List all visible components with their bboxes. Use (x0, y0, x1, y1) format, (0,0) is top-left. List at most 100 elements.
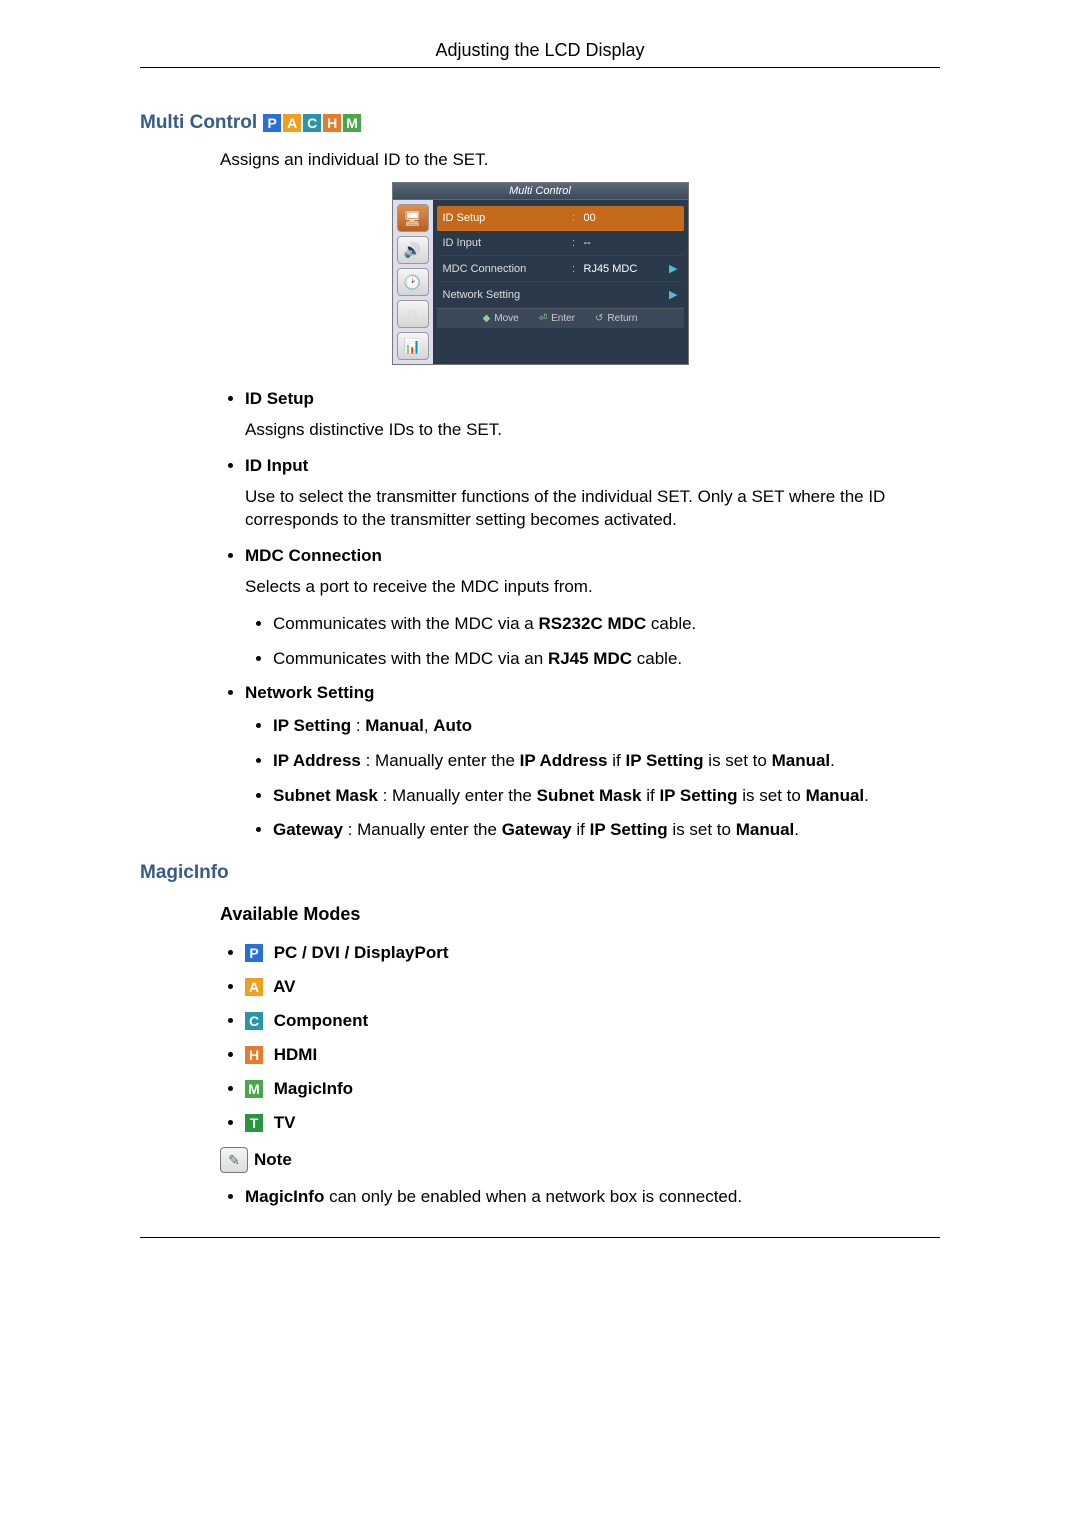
text: is set to (704, 751, 772, 770)
osd-colon: : (568, 263, 580, 275)
osd-row: ID Input : -- (437, 231, 684, 256)
item-desc: Use to select the transmitter functions … (245, 486, 940, 532)
text-bold: Auto (433, 716, 472, 735)
item-desc: Assigns distinctive IDs to the SET. (245, 419, 940, 442)
text-bold: Subnet Mask (537, 786, 642, 805)
badge-m-icon: M (343, 114, 361, 132)
mode-label: PC / DVI / DisplayPort (269, 943, 449, 962)
text: Communicates with the MDC via an (273, 649, 548, 668)
osd-foot-return: Return (607, 313, 637, 324)
osd-colon: : (568, 237, 580, 249)
text: . (794, 820, 799, 839)
osd-row-value: -- (580, 237, 664, 249)
text-bold: IP Address (520, 751, 608, 770)
mode-item-av: A AV (245, 977, 940, 997)
note-block: ✎ Note (220, 1147, 940, 1173)
list-item: IP Setting : Manual, Auto (273, 715, 940, 738)
osd-screenshot: Multi Control 🖥 🔊 🕑 ⚙ 📊 ID Setup : 00 (392, 182, 689, 365)
text-bold: IP Setting (273, 716, 351, 735)
text: Communicates with the MDC via a (273, 614, 538, 633)
mode-item-component: C Component (245, 1011, 940, 1031)
list-item: Subnet Mask : Manually enter the Subnet … (273, 785, 940, 808)
osd-row-label: MDC Connection (443, 263, 568, 275)
badge-h-icon: H (245, 1046, 263, 1064)
osd-row-label: ID Input (443, 237, 568, 249)
osd-footer: ◆Move ⏎Enter ↺Return (437, 308, 684, 328)
badge-t-icon: T (245, 1114, 263, 1132)
text-bold: Gateway (502, 820, 572, 839)
footer-divider (140, 1237, 940, 1238)
text: . (864, 786, 869, 805)
osd-row: Network Setting ▶ (437, 282, 684, 308)
text: : Manually enter the (361, 751, 520, 770)
osd-sidebar: 🖥 🔊 🕑 ⚙ 📊 (393, 200, 433, 364)
text-bold: IP Setting (590, 820, 668, 839)
item-id-setup: ID Setup Assigns distinctive IDs to the … (245, 389, 940, 442)
text-bold: Gateway (273, 820, 343, 839)
mode-item-pc: P PC / DVI / DisplayPort (245, 943, 940, 963)
text-bold: RJ45 MDC (548, 649, 632, 668)
osd-tab-icon: ⚙ (397, 300, 429, 328)
text: : Manually enter the (378, 786, 537, 805)
osd-arrow-icon: ▶ (664, 262, 678, 275)
osd-row-value: 00 (580, 212, 664, 224)
osd-tab-icon: 🔊 (397, 236, 429, 264)
badge-c-icon: C (303, 114, 321, 132)
badge-a-icon: A (283, 114, 301, 132)
text: , (424, 716, 433, 735)
text-bold: Manual (365, 716, 424, 735)
text: if (641, 786, 659, 805)
item-network-setting: Network Setting IP Setting : Manual, Aut… (245, 683, 940, 843)
item-id-input: ID Input Use to select the transmitter f… (245, 456, 940, 532)
osd-tab-icon: 🖥 (397, 204, 429, 232)
badge-c-icon: C (245, 1012, 263, 1030)
list-item: Communicates with the MDC via a RS232C M… (273, 613, 940, 636)
osd-foot-move: Move (494, 313, 518, 324)
text-bold: Manual (736, 820, 795, 839)
text: if (572, 820, 590, 839)
text: : Manually enter the (343, 820, 502, 839)
osd-row: MDC Connection : RJ45 MDC ▶ (437, 256, 684, 282)
item-mdc-connection: MDC Connection Selects a port to receive… (245, 546, 940, 671)
badge-h-icon: H (323, 114, 341, 132)
section-title-text: Multi Control (140, 112, 257, 134)
osd-row-value: RJ45 MDC (580, 263, 664, 275)
note-label: Note (254, 1150, 292, 1170)
badge-p-icon: P (263, 114, 281, 132)
text-bold: IP Address (273, 751, 361, 770)
badge-m-icon: M (245, 1080, 263, 1098)
text: cable. (632, 649, 682, 668)
text: if (608, 751, 626, 770)
badge-p-icon: P (245, 944, 263, 962)
section-magicinfo-title: MagicInfo (140, 862, 940, 884)
osd-title: Multi Control (393, 183, 688, 200)
text: can only be enabled when a network box i… (324, 1187, 742, 1206)
mode-label: HDMI (269, 1045, 317, 1064)
section-intro: Assigns an individual ID to the SET. (220, 150, 940, 170)
text-bold: RS232C MDC (538, 614, 646, 633)
text-bold: IP Setting (625, 751, 703, 770)
text: is set to (738, 786, 806, 805)
osd-tab-icon: 🕑 (397, 268, 429, 296)
osd-colon: : (568, 212, 580, 224)
mode-item-hdmi: H HDMI (245, 1045, 940, 1065)
text: : (351, 716, 365, 735)
note-item: MagicInfo can only be enabled when a net… (245, 1187, 940, 1207)
item-desc: Selects a port to receive the MDC inputs… (245, 576, 940, 599)
item-title: ID Input (245, 456, 308, 475)
osd-row-label: ID Setup (443, 212, 568, 224)
text-bold: MagicInfo (245, 1187, 324, 1206)
mode-label: AV (269, 977, 295, 996)
osd-arrow-icon: ▶ (664, 288, 678, 301)
mode-label: TV (269, 1113, 295, 1132)
mode-label: MagicInfo (269, 1079, 353, 1098)
item-title: ID Setup (245, 389, 314, 408)
mode-badges: P A C H M (263, 114, 361, 132)
text-bold: Manual (772, 751, 831, 770)
osd-foot-enter: Enter (551, 313, 575, 324)
item-title: Network Setting (245, 683, 374, 702)
list-item: IP Address : Manually enter the IP Addre… (273, 750, 940, 773)
mode-item-magicinfo: M MagicInfo (245, 1079, 940, 1099)
badge-a-icon: A (245, 978, 263, 996)
text: is set to (668, 820, 736, 839)
